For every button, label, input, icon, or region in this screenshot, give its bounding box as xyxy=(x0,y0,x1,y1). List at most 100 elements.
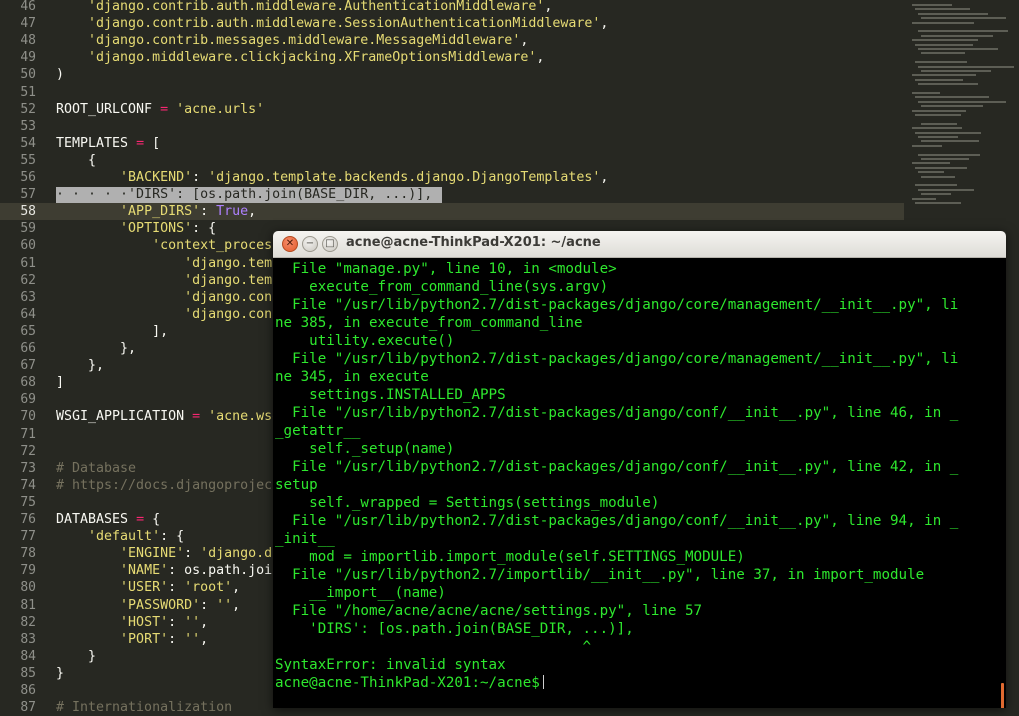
code-line[interactable]: ], xyxy=(56,323,168,340)
terminal-prompt: acne@acne-ThinkPad-X201:~/acne$ xyxy=(275,675,540,691)
close-icon[interactable]: ✕ xyxy=(282,236,298,252)
code-token: 'default' xyxy=(88,529,161,545)
minimap-row xyxy=(912,162,950,165)
minimap-row xyxy=(921,193,951,196)
code-line[interactable]: 'APP_DIRS': True, xyxy=(56,203,256,220)
minimap-row xyxy=(921,122,957,125)
code-line[interactable]: DATABASES = { xyxy=(56,511,160,528)
code-token: 'APP_DIRS' xyxy=(120,204,201,220)
code-token: 'BACKEND' xyxy=(120,170,193,185)
code-line[interactable]: 'django.contrib.messages.middleware.Mess… xyxy=(56,32,528,49)
minimap-row xyxy=(921,34,993,37)
code-token: , xyxy=(200,614,209,630)
line-number: 78 xyxy=(20,546,36,562)
terminal-line: File "/usr/lib/python2.7/dist-packages/d… xyxy=(275,459,959,475)
line-number: 63 xyxy=(20,289,36,305)
code-line[interactable]: 'USER': 'root', xyxy=(56,579,240,596)
line-number: 67 xyxy=(20,358,36,374)
code-line[interactable]: 'default': { xyxy=(56,528,184,545)
code-line[interactable]: } xyxy=(56,665,64,682)
line-number: 80 xyxy=(20,580,36,596)
terminal-line: mod = importlib.import_module(self.SETTI… xyxy=(275,549,745,565)
code-token: 'django.contrib.auth.middleware.SessionA… xyxy=(88,16,601,32)
minimap-row xyxy=(915,202,961,204)
line-number: 70 xyxy=(20,409,36,425)
terminal-line: ne 345, in execute xyxy=(275,369,429,385)
line-number: 74 xyxy=(20,477,36,493)
code-line[interactable]: ] xyxy=(56,374,64,391)
minimap-row xyxy=(918,30,1008,33)
code-token: : xyxy=(168,614,185,630)
code-line[interactable]: { xyxy=(56,152,96,169)
code-token: TEMPLATES xyxy=(56,135,137,151)
terminal-cursor xyxy=(542,675,544,689)
code-token: : xyxy=(168,631,185,647)
line-number: 86 xyxy=(20,683,36,698)
line-number: 69 xyxy=(20,392,36,408)
terminal-line: self._setup(name) xyxy=(275,441,455,457)
code-token: 'OPTIONS' xyxy=(120,221,193,237)
minimap-row xyxy=(915,43,973,46)
code-token: { xyxy=(144,512,161,527)
line-number: 83 xyxy=(20,631,36,647)
terminal-scrollbar[interactable] xyxy=(1001,683,1004,708)
code-token: WSGI_APPLICATION xyxy=(56,409,193,425)
code-line[interactable]: TEMPLATES = [ xyxy=(56,135,160,152)
minimap-row xyxy=(918,65,1014,68)
terminal-line: __import__(name) xyxy=(275,585,446,601)
terminal-titlebar[interactable]: ✕ − □ acne@acne-ThinkPad-X201: ~/acne xyxy=(273,231,1006,258)
minimap[interactable] xyxy=(906,0,1019,240)
code-line[interactable]: }, xyxy=(56,357,104,374)
code-line[interactable]: 'django.contrib.auth.middleware.Authenti… xyxy=(56,0,552,15)
code-line[interactable]: 'OPTIONS': { xyxy=(56,220,216,237)
line-number: 73 xyxy=(20,460,36,476)
line-number: 47 xyxy=(20,16,36,32)
code-token: 'ENGINE' xyxy=(120,546,185,562)
line-number: 46 xyxy=(20,0,36,14)
line-number: 57 xyxy=(20,187,36,203)
minimap-row xyxy=(912,92,940,94)
code-token: }, xyxy=(56,358,105,374)
code-line[interactable]: ) xyxy=(56,66,64,83)
line-number: 84 xyxy=(20,648,36,664)
code-line[interactable]: ROOT_URLCONF = 'acne.urls' xyxy=(56,101,264,118)
terminal-output[interactable]: File "manage.py", line 10, in <module> e… xyxy=(273,258,1006,708)
line-number: 53 xyxy=(20,118,36,134)
code-token: = xyxy=(192,409,201,425)
maximize-icon[interactable]: □ xyxy=(322,236,338,252)
terminal-window[interactable]: ✕ − □ acne@acne-ThinkPad-X201: ~/acne Fi… xyxy=(273,231,1006,708)
terminal-line: utility.execute() xyxy=(275,333,455,349)
code-token: : xyxy=(200,597,217,613)
minimap-row xyxy=(918,100,1006,103)
code-token: }, xyxy=(56,341,137,356)
code-line[interactable]: · · · · ·'DIRS': [os.path.join(BASE_DIR,… xyxy=(56,186,432,203)
code-line[interactable]: } xyxy=(56,648,96,665)
code-line[interactable]: 'django.middleware.clickjacking.XFrameOp… xyxy=(56,49,544,66)
code-token: = xyxy=(160,101,169,117)
code-line[interactable]: 'django.contrib.auth.middleware.SessionA… xyxy=(56,15,608,32)
code-line[interactable]: }, xyxy=(56,340,136,357)
code-line[interactable]: 'HOST': '', xyxy=(56,614,208,631)
minimap-row xyxy=(915,184,957,187)
code-token: 'django.contrib.messages.middleware.Mess… xyxy=(88,33,521,49)
minimap-row xyxy=(918,48,998,50)
minimap-row xyxy=(912,4,952,6)
terminal-line: ne 385, in execute_from_command_line xyxy=(275,315,583,331)
terminal-prompt-line[interactable]: acne@acne-ThinkPad-X201:~/acne$ xyxy=(275,674,544,692)
line-number: 54 xyxy=(20,135,36,151)
code-token: · · · · ·'DIRS': [os.path.join(BASE_DIR,… xyxy=(56,187,433,203)
code-line[interactable]: 'PORT': '', xyxy=(56,631,208,648)
code-line[interactable]: 'PASSWORD': '', xyxy=(56,597,240,614)
code-line[interactable]: 'BACKEND': 'django.template.backends.dja… xyxy=(56,169,608,186)
code-token: 'django.contrib.auth.middleware.Authenti… xyxy=(88,0,545,14)
minimap-row xyxy=(915,114,961,116)
minimap-row xyxy=(918,83,978,86)
code-token: { xyxy=(56,152,97,168)
minimize-icon[interactable]: − xyxy=(302,236,318,252)
code-line[interactable]: # Database xyxy=(56,460,136,477)
